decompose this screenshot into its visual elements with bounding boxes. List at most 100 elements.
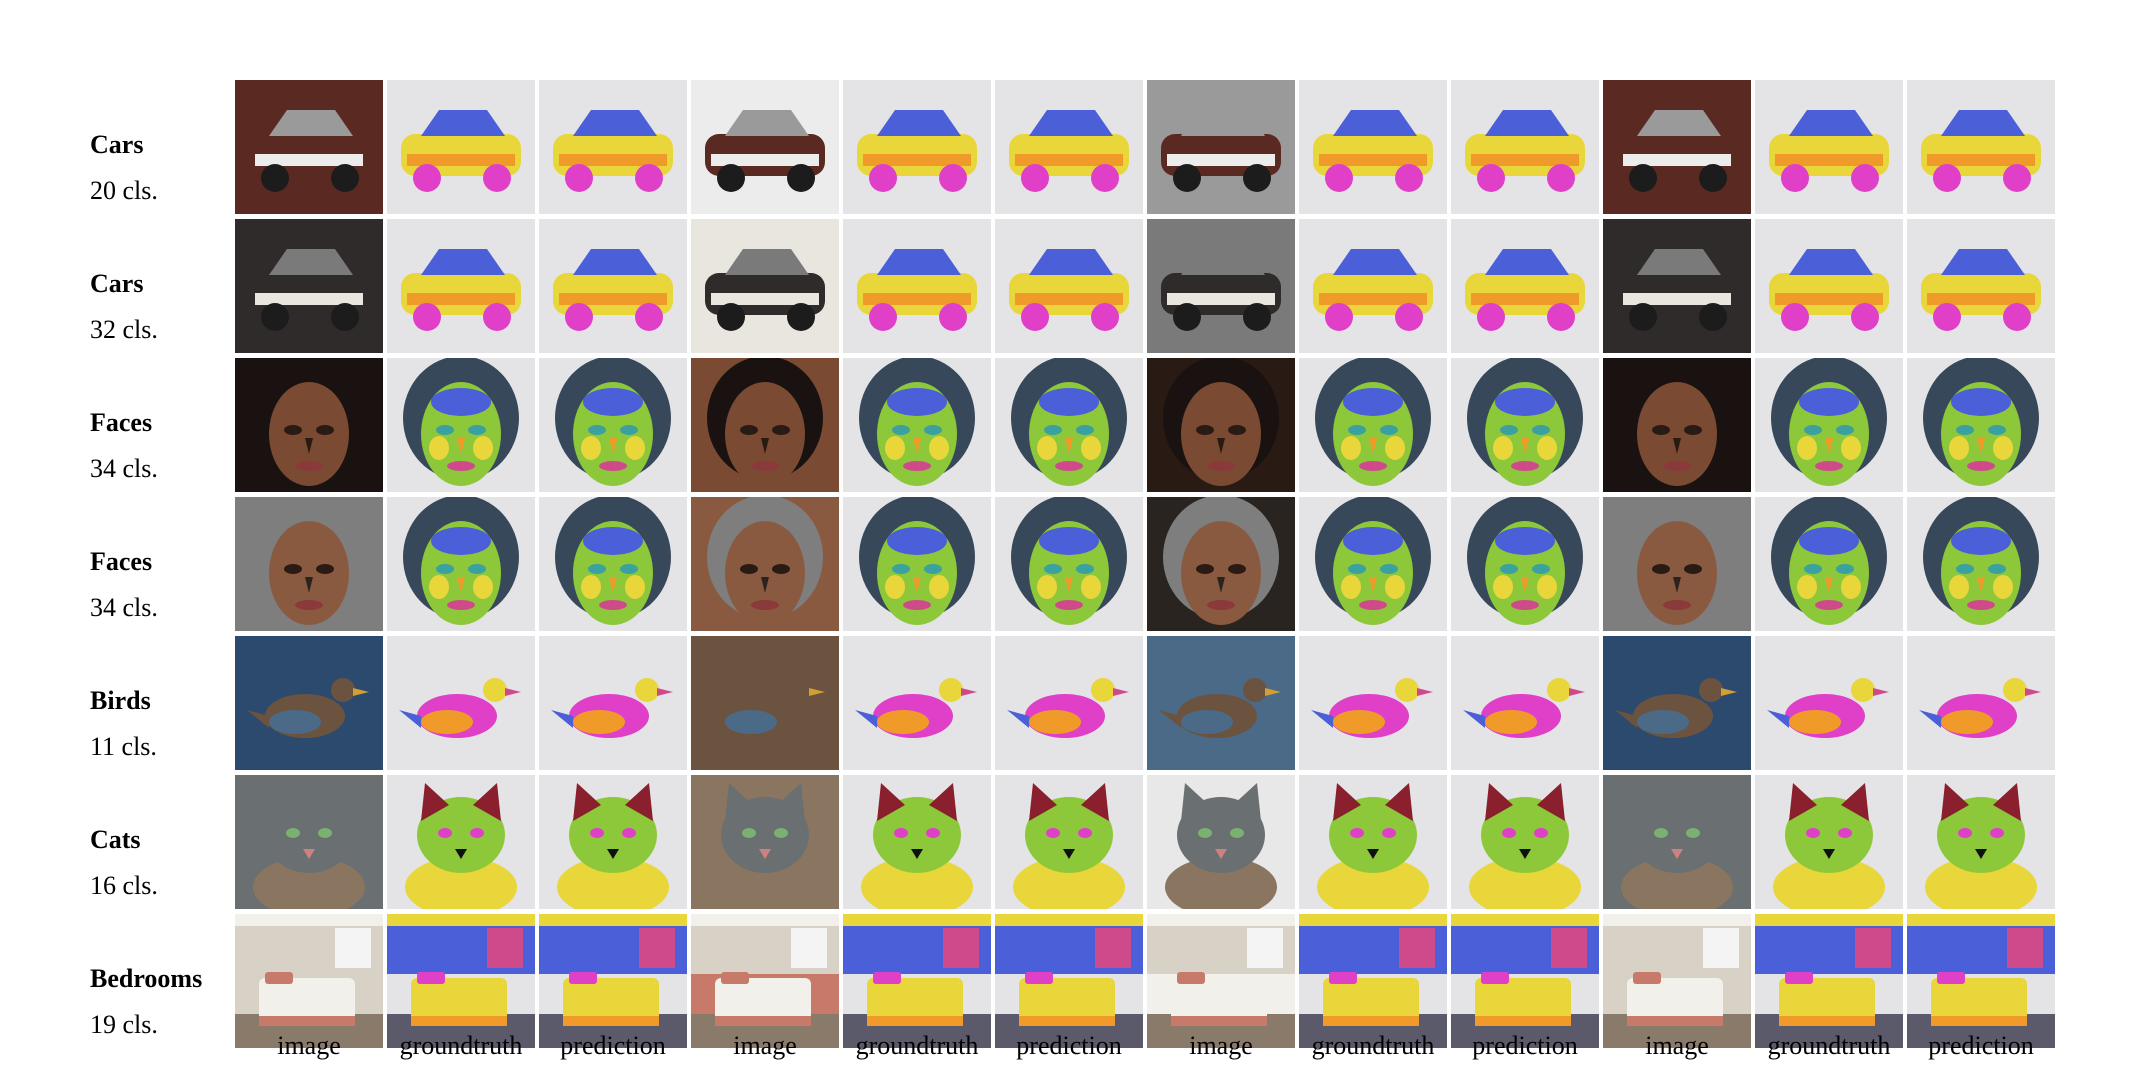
- car-wheel-shape: [1243, 164, 1271, 192]
- prediction-mask: [539, 80, 687, 214]
- eye-shape: [1652, 425, 1670, 435]
- eye-shape: [620, 564, 638, 574]
- car-wheel-shape: [1547, 164, 1575, 192]
- bed-frame-shape: [1475, 1016, 1571, 1026]
- car-wheel-shape: [1781, 164, 1809, 192]
- cat-eye-shape: [438, 828, 452, 838]
- forehead-shape: [887, 388, 947, 416]
- cheek-shape: [1993, 575, 2013, 599]
- eye-shape: [1196, 564, 1214, 574]
- eye-shape: [588, 564, 606, 574]
- bed-frame-shape: [1019, 1016, 1115, 1026]
- cheek-shape: [1081, 575, 1101, 599]
- cat-eye-shape: [1534, 828, 1548, 838]
- eye-shape: [1988, 564, 2006, 574]
- pillow-shape: [1937, 972, 1965, 984]
- mouth-shape: [447, 461, 475, 471]
- input-image: [235, 497, 383, 631]
- input-image: [691, 219, 839, 353]
- groundtruth-mask: [843, 497, 991, 631]
- groundtruth-mask: [1755, 914, 1903, 1048]
- forehead-shape: [583, 388, 643, 416]
- cheek-shape: [1841, 436, 1861, 460]
- mouth-shape: [1359, 461, 1387, 471]
- cheek-shape: [1037, 436, 1057, 460]
- segmentation-results-figure: Cars 20 cls. Cars 32 cls. Faces 34 cls. Faces 3…: [0, 0, 2144, 1066]
- eye-shape: [892, 564, 910, 574]
- eye-shape: [1684, 425, 1702, 435]
- car-wheel-shape: [1325, 303, 1353, 331]
- cheek-shape: [733, 575, 753, 599]
- groundtruth-mask: [387, 80, 535, 214]
- bedroom-ceiling-shape: [235, 914, 383, 926]
- bird-head-shape: [331, 678, 355, 702]
- groundtruth-mask: [387, 636, 535, 770]
- eye-shape: [284, 564, 302, 574]
- cheek-shape: [1797, 575, 1817, 599]
- dataset-name: Cars: [90, 130, 144, 159]
- input-image: [691, 775, 839, 909]
- eye-shape: [468, 564, 486, 574]
- car-wheel-shape: [1091, 303, 1119, 331]
- input-image: [691, 80, 839, 214]
- groundtruth-mask: [843, 914, 991, 1048]
- input-image: [1147, 914, 1295, 1048]
- groundtruth-mask: [843, 775, 991, 909]
- input-image: [1147, 497, 1295, 631]
- cheek-shape: [581, 436, 601, 460]
- forehead-shape: [1799, 388, 1859, 416]
- cheek-shape: [473, 575, 493, 599]
- bed-frame-shape: [1779, 1016, 1875, 1026]
- bedroom-ceiling-shape: [387, 914, 535, 926]
- mouth-shape: [1511, 600, 1539, 610]
- groundtruth-mask: [1299, 219, 1447, 353]
- bird-belly-shape: [573, 710, 625, 734]
- class-count: 19 cls.: [90, 1010, 158, 1039]
- pillow-shape: [569, 972, 597, 984]
- input-image: [691, 358, 839, 492]
- eye-shape: [1684, 564, 1702, 574]
- bedroom-window-shape: [1095, 928, 1131, 968]
- pillow-shape: [721, 972, 749, 984]
- prediction-mask: [1907, 775, 2055, 909]
- row-label: Cars 32 cls.: [90, 269, 220, 345]
- car-wheel-shape: [869, 164, 897, 192]
- cheek-shape: [277, 575, 297, 599]
- cat-eye-shape: [1198, 828, 1212, 838]
- car-wheel-shape: [1629, 303, 1657, 331]
- car-wheel-shape: [1021, 164, 1049, 192]
- bedroom-ceiling-shape: [995, 914, 1143, 926]
- column-label: prediction: [560, 1031, 666, 1060]
- car-wheel-shape: [1851, 303, 1879, 331]
- column-label: image: [1645, 1031, 1709, 1060]
- cheek-shape: [625, 436, 645, 460]
- input-image: [235, 219, 383, 353]
- forehead-shape: [1039, 527, 1099, 555]
- car-wheel-shape: [1933, 303, 1961, 331]
- cat-eye-shape: [742, 828, 756, 838]
- car-wheel-shape: [261, 164, 289, 192]
- eye-shape: [316, 564, 334, 574]
- bedroom-window-shape: [943, 928, 979, 968]
- cheek-shape: [1189, 575, 1209, 599]
- class-count: 11 cls.: [90, 732, 157, 761]
- prediction-mask: [995, 775, 1143, 909]
- bird-head-shape: [1395, 678, 1419, 702]
- column-label: groundtruth: [855, 1031, 979, 1060]
- car-wheel-shape: [413, 303, 441, 331]
- car-wheel-shape: [565, 164, 593, 192]
- bedroom-ceiling-shape: [1907, 914, 2055, 926]
- bird-belly-shape: [1181, 710, 1233, 734]
- cat-eye-shape: [926, 828, 940, 838]
- column-label: prediction: [1016, 1031, 1122, 1060]
- groundtruth-mask: [1755, 219, 1903, 353]
- bedroom-window-shape: [1247, 928, 1283, 968]
- prediction-mask: [1907, 358, 2055, 492]
- dataset-name: Faces: [90, 408, 153, 437]
- bedroom-window-shape: [335, 928, 371, 968]
- cat-eye-shape: [1958, 828, 1972, 838]
- mouth-shape: [1055, 461, 1083, 471]
- forehead-shape: [1495, 527, 1555, 555]
- cat-eye-shape: [1686, 828, 1700, 838]
- cheek-shape: [1233, 436, 1253, 460]
